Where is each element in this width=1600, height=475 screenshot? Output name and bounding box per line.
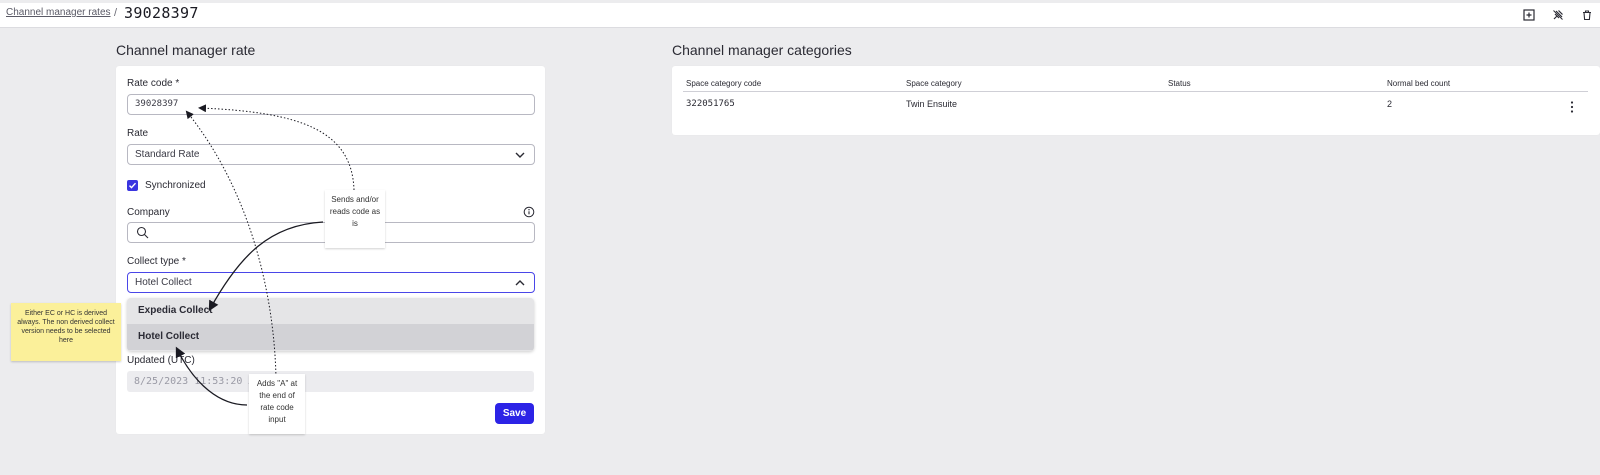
save-button[interactable]: Save xyxy=(495,403,534,424)
updated-value: 8/25/2023 11:53:20 AM xyxy=(134,376,261,387)
rate-label: Rate xyxy=(127,128,149,139)
unpin-icon[interactable] xyxy=(1550,7,1566,23)
categories-section-title: Channel manager categories xyxy=(672,42,852,58)
breadcrumb-separator: / xyxy=(114,7,118,19)
rate-code-input[interactable]: 39028397 xyxy=(127,94,535,115)
company-label: Company xyxy=(127,207,170,218)
collect-type-dropdown: Expedia Collect Hotel Collect xyxy=(127,298,534,351)
annotation-adds-a: Adds "A" at the end of rate code input xyxy=(249,374,305,434)
collect-type-select[interactable]: Hotel Collect xyxy=(127,272,535,293)
option-expedia-collect[interactable]: Expedia Collect xyxy=(127,298,534,324)
collect-type-value: Hotel Collect xyxy=(135,277,192,288)
updated-field: 8/25/2023 11:53:20 AM xyxy=(127,371,534,392)
breadcrumb-link-channel-manager-rates[interactable]: Channel manager rates xyxy=(6,7,111,18)
rate-code-label: Rate code * xyxy=(127,78,180,89)
option-hotel-collect[interactable]: Hotel Collect xyxy=(127,324,534,350)
page-title: 39028397 xyxy=(124,4,199,22)
categories-card xyxy=(672,66,1600,135)
top-bar: Channel manager rates / 39028397 xyxy=(0,3,1600,28)
column-header-normal-bed-count: Normal bed count xyxy=(1387,79,1451,88)
chevron-down-icon xyxy=(515,152,525,158)
cell-space-category-code: 322051765 xyxy=(686,99,735,109)
rate-section-title: Channel manager rate xyxy=(116,42,256,58)
info-icon[interactable] xyxy=(523,205,535,218)
sticky-note: Either EC or HC is derived always. The n… xyxy=(11,303,121,361)
column-header-space-category: Space category xyxy=(906,79,962,88)
trash-icon[interactable] xyxy=(1579,7,1595,23)
column-header-status: Status xyxy=(1168,79,1191,88)
table-header-divider xyxy=(683,91,1588,92)
check-icon xyxy=(129,182,137,189)
rate-select[interactable]: Standard Rate xyxy=(127,144,535,165)
chevron-up-icon xyxy=(515,280,525,286)
synchronized-checkbox[interactable] xyxy=(127,180,138,191)
cell-normal-bed-count: 2 xyxy=(1387,99,1393,109)
column-header-space-category-code: Space category code xyxy=(686,79,762,88)
rate-code-value: 39028397 xyxy=(135,99,179,109)
more-options-icon[interactable] xyxy=(1568,100,1576,114)
annotation-sends-reads: Sends and/or reads code as is xyxy=(325,190,385,248)
updated-label: Updated (UTC) xyxy=(127,355,195,366)
cell-space-category: Twin Ensuite xyxy=(906,99,958,109)
add-square-icon[interactable] xyxy=(1521,7,1537,23)
rate-select-value: Standard Rate xyxy=(135,149,200,160)
search-icon xyxy=(136,226,149,242)
collect-type-label: Collect type * xyxy=(127,256,186,267)
synchronized-label: Synchronized xyxy=(145,180,206,191)
